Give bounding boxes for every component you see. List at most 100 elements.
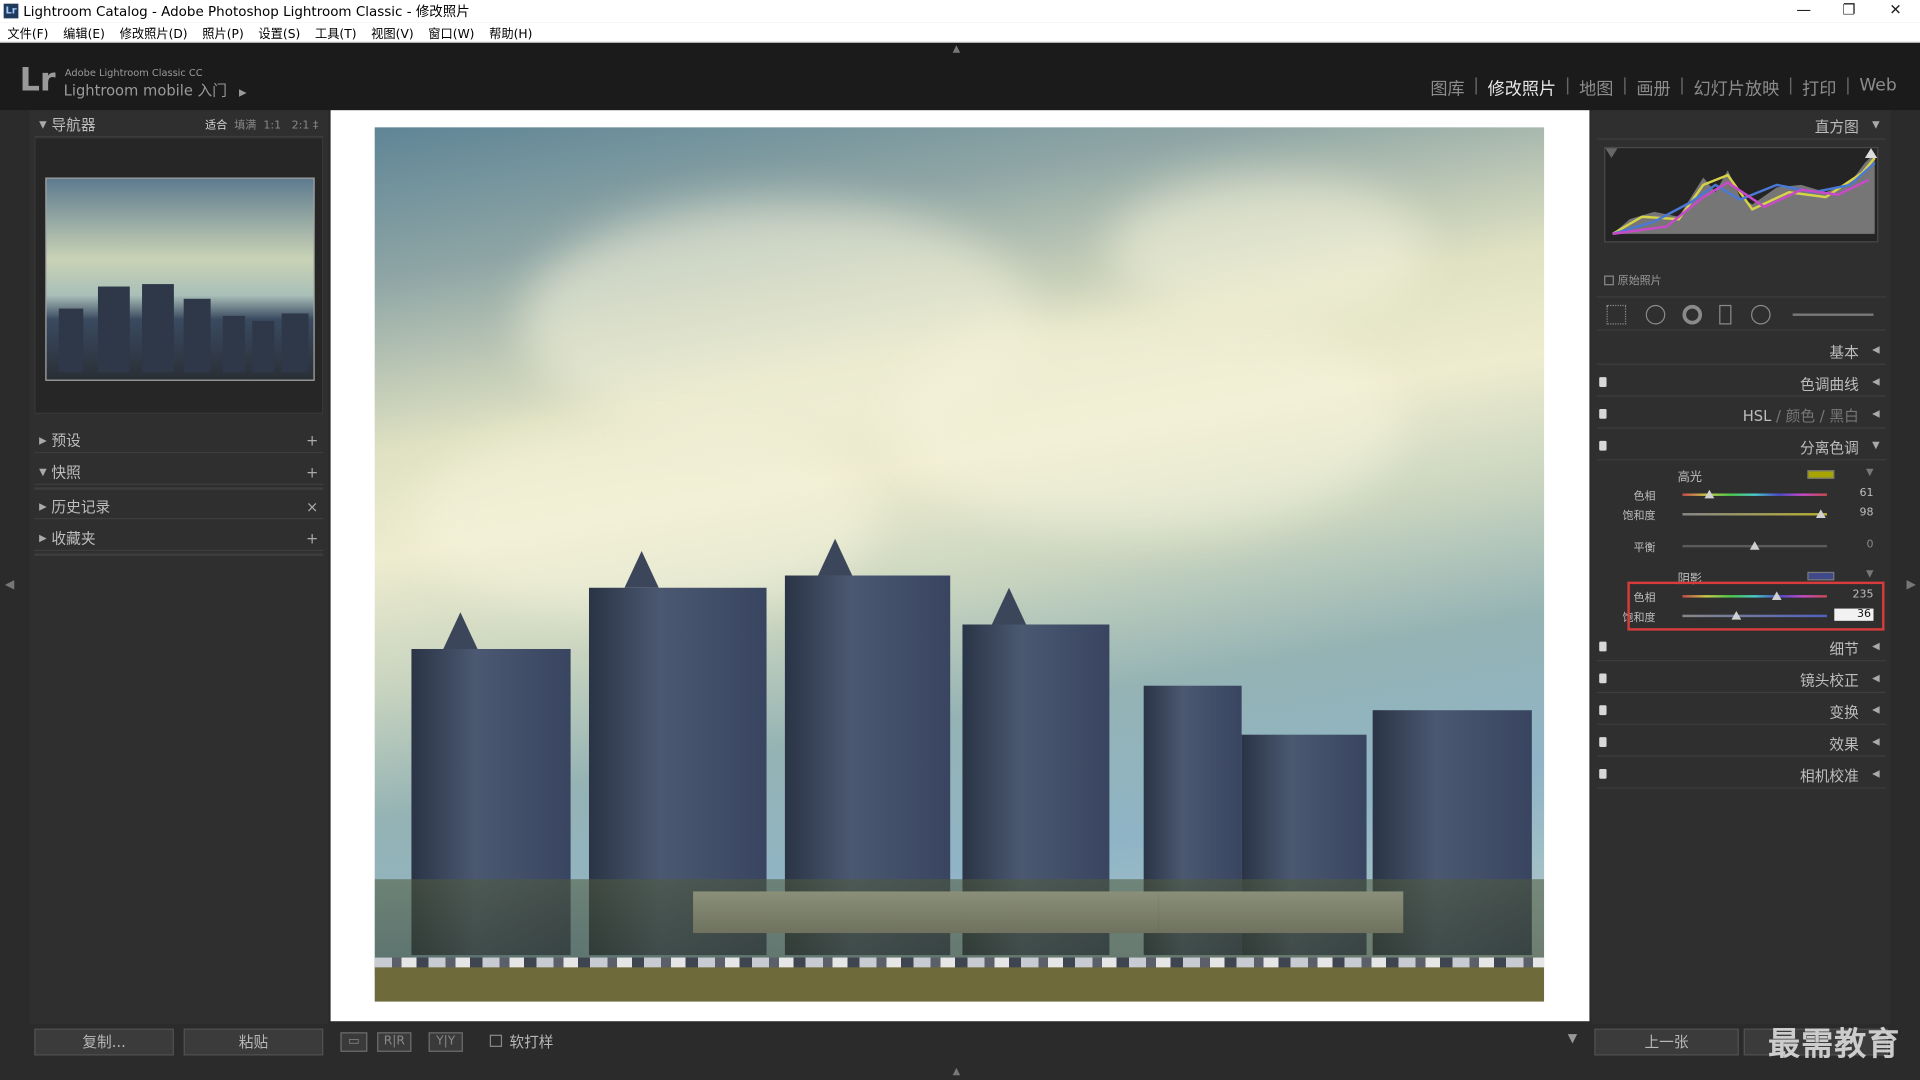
module-print[interactable]: 打印	[1794, 76, 1845, 100]
triangle-down-icon: ▼	[1872, 439, 1880, 451]
panel-switch-icon[interactable]	[1599, 705, 1607, 716]
highlights-color-chip[interactable]	[1807, 470, 1835, 479]
loupe-view-button[interactable]: ▭	[340, 1032, 368, 1052]
add-preset-icon[interactable]: +	[306, 432, 318, 449]
menu-file[interactable]: 文件(F)	[7, 23, 48, 41]
history-header[interactable]: ▶ 历史记录 ×	[34, 495, 324, 520]
menu-photo[interactable]: 照片(P)	[202, 23, 243, 41]
navigator-header[interactable]: ▼ 导航器 适合 填满 1:1 2:1 ‡	[34, 113, 324, 138]
original-photo-toggle[interactable]: 原始照片	[1604, 272, 1662, 288]
spot-removal-tool-icon[interactable]	[1645, 304, 1666, 325]
original-photo-checkbox[interactable]	[1604, 275, 1614, 286]
color-tab[interactable]: 颜色	[1786, 408, 1815, 425]
highlights-saturation-knob[interactable]	[1816, 509, 1827, 518]
navigator-thumbnail[interactable]	[45, 177, 315, 381]
building-roof	[991, 587, 1027, 625]
zoom-fill[interactable]: 填满	[234, 120, 256, 132]
restore-button[interactable]: ❐	[1827, 0, 1871, 22]
before-after-split-button[interactable]: Y|Y	[428, 1032, 463, 1052]
tone-curve-header[interactable]: 色调曲线 ◀	[1596, 367, 1886, 397]
menu-help[interactable]: 帮助(H)	[489, 23, 532, 41]
close-window-button[interactable]: ✕	[1873, 0, 1917, 22]
zoom-2-1[interactable]: 2:1	[292, 120, 310, 132]
collapse-right-arrow-icon[interactable]: ▶	[1907, 578, 1916, 591]
detail-header[interactable]: 细节 ◀	[1596, 632, 1886, 662]
zoom-1-1[interactable]: 1:1	[263, 120, 281, 132]
menu-edit[interactable]: 编辑(E)	[63, 23, 105, 41]
adjustment-brush-slider[interactable]	[1792, 313, 1874, 316]
panel-switch-icon[interactable]	[1599, 737, 1607, 747]
clear-history-icon[interactable]: ×	[306, 498, 318, 515]
histogram-header[interactable]: 直方图 ▼	[1596, 110, 1886, 140]
add-snapshot-icon[interactable]: +	[306, 463, 318, 480]
module-library[interactable]: 图库	[1422, 76, 1473, 100]
menu-tools[interactable]: 工具(T)	[315, 23, 357, 41]
panel-switch-icon[interactable]	[1599, 673, 1607, 684]
module-book[interactable]: 画册	[1628, 76, 1679, 100]
collections-header[interactable]: ▶ 收藏夹 +	[34, 527, 324, 552]
menu-settings[interactable]: 设置(S)	[258, 23, 300, 41]
collapse-top-arrow-icon[interactable]: ▲	[953, 43, 961, 54]
collapse-left-arrow-icon[interactable]: ◀	[5, 578, 14, 591]
module-slideshow[interactable]: 幻灯片放映	[1685, 76, 1788, 100]
snapshots-header[interactable]: ▼ 快照 +	[34, 460, 324, 485]
basic-header[interactable]: 基本 ◀	[1596, 336, 1886, 365]
panel-switch-icon[interactable]	[1599, 768, 1607, 779]
highlights-saturation-track[interactable]	[1682, 513, 1827, 516]
module-web[interactable]: Web	[1851, 76, 1906, 100]
effects-title: 效果	[1829, 735, 1859, 754]
main-photo[interactable]	[374, 127, 1545, 1002]
panel-switch-icon[interactable]	[1599, 641, 1607, 652]
menu-view[interactable]: 视图(V)	[371, 23, 413, 41]
module-develop[interactable]: 修改照片	[1479, 76, 1565, 100]
calibration-title: 相机校准	[1799, 767, 1859, 785]
original-photo-label: 原始照片	[1617, 275, 1662, 288]
thumb-building	[183, 298, 211, 373]
panel-switch-icon[interactable]	[1599, 377, 1607, 387]
chevron-down-icon[interactable]: ▼	[1866, 568, 1874, 579]
paste-settings-button[interactable]: 粘贴	[183, 1028, 324, 1056]
photo-canvas[interactable]	[330, 110, 1590, 1022]
zoom-more[interactable]: ‡	[313, 120, 319, 132]
minimize-button[interactable]: —	[1782, 0, 1826, 22]
before-after-button[interactable]: R|R	[377, 1032, 412, 1052]
balance-knob[interactable]	[1749, 541, 1760, 550]
hsl-header[interactable]: HSL / 颜色 / 黑白 ◀	[1596, 399, 1886, 429]
histogram[interactable]	[1604, 146, 1879, 243]
bw-tab[interactable]: 黑白	[1829, 408, 1858, 425]
module-map[interactable]: 地图	[1571, 76, 1622, 100]
navigator-preview[interactable]	[34, 137, 324, 414]
split-toning-header[interactable]: 分离色调 ▼	[1596, 431, 1886, 461]
mobile-get-started-link[interactable]: Lightroom mobile 入门	[64, 82, 227, 99]
add-collection-icon[interactable]: +	[306, 530, 318, 547]
hsl-tab[interactable]: HSL	[1743, 408, 1772, 425]
panel-switch-icon[interactable]	[1599, 440, 1607, 451]
shadows-color-chip[interactable]	[1807, 571, 1835, 581]
zoom-fit[interactable]: 适合	[205, 120, 227, 132]
copy-settings-button[interactable]: 复制...	[34, 1028, 174, 1056]
toolbar-menu-arrow-icon[interactable]: ▼	[1568, 1032, 1577, 1045]
radial-filter-icon[interactable]	[1751, 304, 1771, 325]
balance-label: 平衡	[1633, 542, 1656, 555]
previous-button[interactable]: 上一张	[1594, 1028, 1739, 1056]
identity-line2[interactable]: Lightroom mobile 入门 ▶	[64, 80, 247, 101]
crop-tool-icon[interactable]	[1606, 304, 1627, 325]
transform-header[interactable]: 变换 ◀	[1596, 696, 1886, 725]
lens-correction-header[interactable]: 镜头校正 ◀	[1596, 664, 1886, 694]
balance-value[interactable]: 0	[1834, 539, 1873, 551]
menu-develop[interactable]: 修改照片(D)	[120, 23, 188, 41]
calibration-header[interactable]: 相机校准 ◀	[1596, 759, 1886, 789]
highlights-hue-value[interactable]: 61	[1834, 487, 1873, 499]
chevron-down-icon[interactable]: ▼	[1866, 467, 1874, 478]
effects-header[interactable]: 效果 ◀	[1596, 727, 1886, 757]
presets-header[interactable]: ▶ 预设 +	[34, 429, 324, 454]
graduated-filter-icon[interactable]	[1719, 304, 1732, 325]
red-eye-tool-icon[interactable]	[1682, 304, 1703, 325]
menu-window[interactable]: 窗口(W)	[428, 23, 474, 41]
panel-switch-icon[interactable]	[1599, 408, 1607, 419]
highlights-hue-knob[interactable]	[1705, 489, 1715, 499]
collapse-bottom-arrow-icon[interactable]: ▲	[953, 1065, 961, 1076]
triangle-down-icon: ▼	[39, 466, 47, 478]
soft-proof-checkbox[interactable]	[489, 1034, 503, 1047]
highlights-saturation-value[interactable]: 98	[1834, 507, 1873, 519]
